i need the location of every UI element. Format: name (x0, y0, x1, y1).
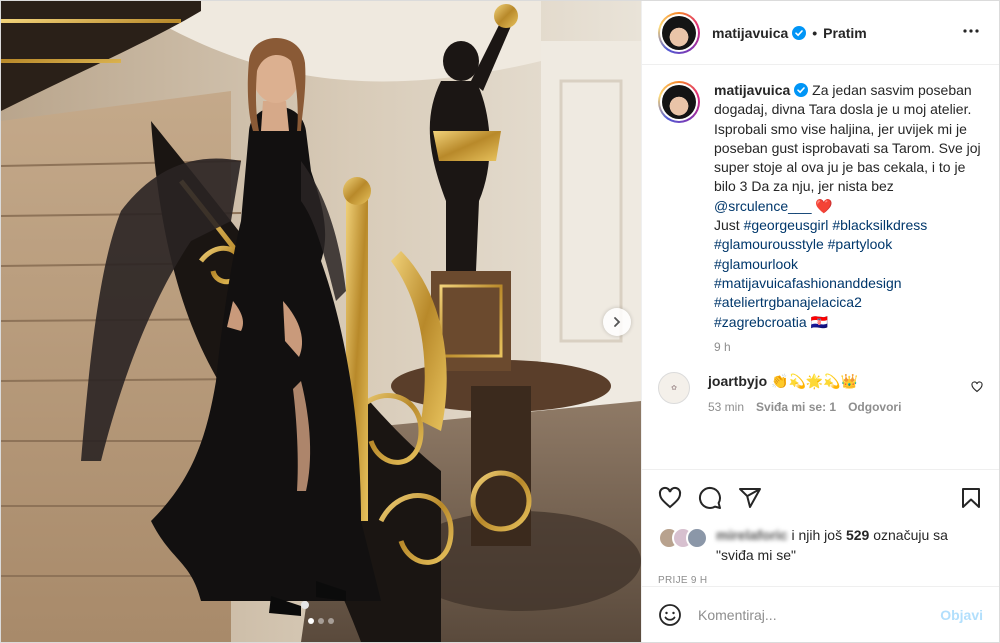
likes-summary: mirelaforic i njih još 529 označuju sa "… (642, 525, 999, 565)
following-button[interactable]: Pratim (823, 25, 867, 41)
comments-section[interactable]: matijavuica Za jedan sasvim poseban doga… (642, 65, 999, 469)
hashtag-link[interactable]: #matijavuicafashionanddesign (714, 275, 902, 291)
caption-body: Za jedan sasvim poseban dogadaj, divna T… (714, 82, 981, 195)
post-header: matijavuica • Pratim (642, 1, 999, 65)
share-paper-plane-icon[interactable] (738, 486, 762, 510)
hashtag-link[interactable]: #partylook (828, 236, 893, 252)
hashtag-link[interactable]: #blacksilkdress (832, 217, 927, 233)
comment-emojis: 👏💫🌟💫👑 (771, 372, 859, 389)
caption-avatar[interactable] (658, 81, 700, 123)
post-photo (1, 1, 641, 642)
carousel-next-button[interactable] (603, 308, 631, 336)
add-comment-bar: Objavi (642, 586, 999, 642)
emoji-smiley-icon[interactable] (658, 603, 682, 627)
liker-avatars[interactable] (658, 527, 710, 549)
commenter-username[interactable]: joartbyjo (708, 373, 767, 389)
post-side-panel: matijavuica • Pratim matijavuica Za jeda… (641, 1, 999, 642)
comment-text: joartbyjo 👏💫🌟💫👑 (708, 372, 901, 390)
caption-just: Just (714, 217, 740, 234)
save-bookmark-icon[interactable] (959, 486, 983, 510)
comment-input[interactable] (698, 606, 941, 623)
carousel-dot-2 (318, 618, 324, 624)
likes-text: mirelaforic i njih još 529 označuju sa "… (716, 525, 983, 565)
comment-likes-count[interactable]: Sviđa mi se: 1 (756, 400, 836, 414)
post-comment-button[interactable]: Objavi (940, 607, 983, 623)
hashtag-link[interactable]: #glamourlook (714, 256, 798, 272)
liker-username[interactable]: mirelaforic (716, 527, 788, 543)
caption-username[interactable]: matijavuica (714, 82, 790, 98)
commenter-avatar[interactable]: ✿ (658, 371, 690, 404)
header-separator: • (812, 24, 818, 41)
carousel-dot-1 (308, 618, 314, 624)
comment-bubble-icon[interactable] (698, 486, 722, 510)
chevron-right-icon (614, 317, 621, 327)
like-heart-icon[interactable] (658, 486, 682, 510)
caption-timestamp[interactable]: 9 h (714, 340, 984, 354)
comment-meta: 53 min Sviđa mi se: 1 Odgovori (708, 400, 901, 414)
carousel-indicator (1, 618, 641, 624)
post-timestamp[interactable]: PRIJE 9 H (642, 565, 999, 586)
comment-time[interactable]: 53 min (708, 400, 744, 414)
croatia-flag-emoji: 🇭🇷 (810, 313, 828, 330)
more-options-icon[interactable] (959, 19, 983, 47)
author-avatar[interactable] (658, 11, 700, 54)
hashtag-link[interactable]: #zagrebcroatia (714, 314, 807, 330)
likes-and-label: i njih još (791, 527, 843, 543)
comment-reply-button[interactable]: Odgovori (848, 400, 901, 414)
caption-heart-emoji: ❤️ (815, 197, 833, 214)
hashtag-link[interactable]: #glamourousstyle (714, 236, 824, 252)
likes-count[interactable]: 529 (846, 527, 869, 543)
caption-text-block: matijavuica Za jedan sasvim poseban doga… (714, 81, 984, 332)
instagram-post: matijavuica • Pratim matijavuica Za jeda… (0, 0, 1000, 643)
comment-like-heart-icon[interactable] (971, 380, 983, 396)
post-media[interactable] (1, 1, 641, 642)
caption: matijavuica Za jedan sasvim poseban doga… (658, 81, 983, 354)
verified-badge-icon (794, 83, 809, 97)
hashtag-link[interactable]: #ateliertrgbanajelacica2 (714, 294, 862, 310)
post-action-bar (642, 469, 999, 525)
hashtag-link[interactable]: #georgeusgirl (744, 217, 829, 233)
comment-item: ✿ joartbyjo 👏💫🌟💫👑 53 min Sviđa mi se: 1 … (658, 371, 983, 414)
author-username[interactable]: matijavuica (712, 25, 788, 41)
caption-mention-link[interactable]: @srculence___ (714, 198, 812, 214)
verified-badge-icon (792, 25, 807, 40)
carousel-dot-3 (328, 618, 334, 624)
